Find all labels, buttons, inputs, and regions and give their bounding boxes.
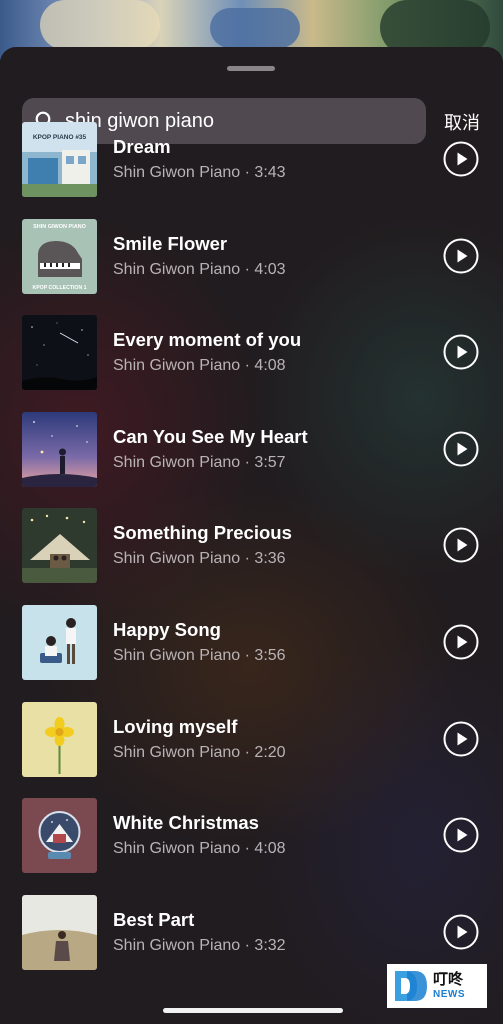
play-icon[interactable] (443, 238, 479, 274)
track-meta: Shin Giwon Piano · 4:03 (113, 260, 286, 278)
track-title: Happy Song (113, 618, 221, 640)
play-icon[interactable] (443, 721, 479, 757)
track-meta: Shin Giwon Piano · 2:20 (113, 743, 286, 761)
play-icon[interactable] (443, 817, 479, 853)
play-icon[interactable] (443, 624, 479, 660)
cover-text: KPOP PIANO #35 (33, 134, 87, 141)
track-title: Something Precious (113, 522, 292, 544)
watermark-en: NEWS (433, 989, 465, 1000)
watermark-cn: 叮咚 (433, 970, 464, 988)
track-row[interactable]: Something Precious Shin Giwon Piano · 3:… (0, 508, 503, 605)
track-meta: Shin Giwon Piano · 4:08 (113, 357, 286, 375)
track-meta: Shin Giwon Piano · 3:32 (113, 936, 286, 954)
play-icon[interactable] (443, 334, 479, 370)
track-title: Dream (113, 136, 171, 157)
album-cover (22, 411, 97, 487)
track-title: Best Part (113, 908, 195, 930)
album-cover: SHIN GIWON PIANO KPOP COLLECTION 1 (22, 218, 97, 294)
track-row[interactable]: Loving myself Shin Giwon Piano · 2:20 (0, 701, 503, 799)
track-list: KPOP PIANO #35 Dream Shin Giwon Piano · … (0, 122, 503, 991)
play-icon[interactable] (443, 141, 479, 177)
album-cover (22, 798, 97, 874)
track-row[interactable]: SHIN GIWON PIANO KPOP COLLECTION 1 Smile… (0, 218, 503, 316)
news-watermark: 叮咚 NEWS (387, 964, 487, 1008)
play-icon[interactable] (443, 431, 479, 467)
track-title: Can You See My Heart (113, 425, 308, 447)
track-meta: Shin Giwon Piano · 3:43 (113, 164, 286, 181)
cover-subtext: KPOP COLLECTION 1 (32, 285, 86, 291)
track-row[interactable]: White Christmas Shin Giwon Piano · 4:08 (0, 798, 503, 895)
dingdong-logo-icon (395, 971, 427, 1001)
track-title: Loving myself (113, 715, 238, 737)
sheet-grabber[interactable] (227, 66, 275, 71)
track-meta: Shin Giwon Piano · 3:56 (113, 646, 286, 664)
track-title: Smile Flower (113, 232, 228, 254)
track-meta: Shin Giwon Piano · 3:57 (113, 453, 286, 471)
track-row[interactable]: Every moment of you Shin Giwon Piano · 4… (0, 315, 503, 412)
album-cover (22, 315, 97, 391)
track-meta: Shin Giwon Piano · 3:36 (113, 550, 286, 568)
album-cover (22, 604, 97, 680)
track-row[interactable]: Happy Song Shin Giwon Piano · 3:56 (0, 604, 503, 702)
track-title: Every moment of you (113, 329, 302, 351)
album-cover (22, 508, 97, 584)
play-icon[interactable] (443, 914, 479, 950)
play-icon[interactable] (443, 527, 479, 563)
track-meta: Shin Giwon Piano · 4:08 (113, 840, 286, 858)
track-title: White Christmas (113, 812, 259, 834)
album-cover: KPOP PIANO #35 (22, 122, 97, 197)
cover-text: SHIN GIWON PIANO (33, 224, 87, 230)
track-row[interactable]: Can You See My Heart Shin Giwon Piano · … (0, 411, 503, 509)
album-cover (22, 894, 97, 970)
track-row[interactable]: KPOP PIANO #35 Dream Shin Giwon Piano · … (0, 122, 503, 219)
home-indicator[interactable] (163, 1008, 343, 1013)
album-cover (22, 701, 97, 777)
